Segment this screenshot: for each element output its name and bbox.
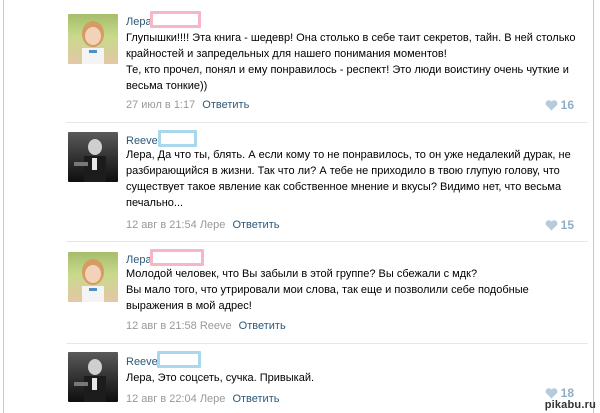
- redacted-surname: [150, 249, 204, 266]
- comment-paragraph: Лера, Это соцсеть, сучка. Привыкай.: [126, 372, 315, 384]
- comment-paragraph: Вы мало того, что утрировали мои слова, …: [126, 284, 529, 312]
- reply-target[interactable]: Reeve: [200, 320, 232, 332]
- comment-paragraph: Глупышки!!!! Эта книга - шедевр! Она сто…: [126, 32, 576, 60]
- comment-meta: 12 авг в 21:54 Лере Ответить: [126, 219, 279, 231]
- site-watermark: pikabu.ru: [544, 399, 596, 411]
- redacted-surname: [150, 11, 201, 28]
- author-name[interactable]: Reeve: [126, 356, 158, 368]
- comment-date[interactable]: 27 июл в 1:17: [126, 99, 195, 111]
- comment-paragraph: Молодой человек, что Вы забыли в этой гр…: [126, 268, 478, 280]
- author-name[interactable]: Лера: [126, 254, 152, 266]
- like-button[interactable]: 16: [545, 98, 574, 112]
- comment-text: Лера, Да что ты, блять. А если кому то н…: [126, 147, 578, 211]
- comment-text: Глупышки!!!! Эта книга - шедевр! Она сто…: [126, 30, 586, 94]
- like-button[interactable]: 18: [545, 386, 574, 400]
- page-border-right: [593, 0, 594, 413]
- comment-date[interactable]: 12 авг в 21:58: [126, 320, 197, 332]
- comment-paragraph: Лера, Да что ты, блять. А если кому то н…: [126, 149, 571, 209]
- reply-button[interactable]: Ответить: [202, 99, 249, 111]
- avatar-reeve[interactable]: [68, 132, 118, 182]
- reply-button[interactable]: Ответить: [232, 393, 279, 405]
- comment-divider: [66, 241, 588, 242]
- heart-icon: [545, 219, 558, 230]
- avatar-lera[interactable]: [68, 14, 118, 64]
- reply-target[interactable]: Лере: [200, 219, 226, 231]
- like-button[interactable]: 15: [545, 218, 574, 232]
- author-name[interactable]: Лера: [126, 16, 152, 28]
- redacted-surname: [158, 130, 197, 147]
- reply-button[interactable]: Ответить: [239, 320, 286, 332]
- comment-date[interactable]: 12 авг в 21:54: [126, 219, 197, 231]
- comment-divider: [66, 122, 588, 123]
- comment-paragraph: Те, кто прочел, понял и ему понравилось …: [126, 64, 569, 92]
- comment-meta: 12 авг в 21:58 Reeve Ответить: [126, 320, 286, 332]
- reply-button[interactable]: Ответить: [232, 219, 279, 231]
- page-border-left: [3, 0, 4, 413]
- reply-target[interactable]: Лере: [200, 393, 226, 405]
- avatar-lera[interactable]: [68, 252, 118, 302]
- comment-text: Лера, Это соцсеть, сучка. Привыкай.: [126, 370, 578, 386]
- heart-icon: [545, 99, 558, 110]
- comment-meta: 12 авг в 22:04 Лере Ответить: [126, 393, 279, 405]
- comment-text: Молодой человек, что Вы забыли в этой гр…: [126, 266, 578, 314]
- avatar-reeve[interactable]: [68, 352, 118, 402]
- comment-divider: [66, 343, 588, 344]
- like-count: 18: [560, 386, 574, 400]
- author-name[interactable]: Reeve: [126, 135, 158, 147]
- like-count: 15: [560, 218, 574, 232]
- comment-meta: 27 июл в 1:17 Ответить: [126, 99, 249, 111]
- comment-date[interactable]: 12 авг в 22:04: [126, 393, 197, 405]
- redacted-surname: [157, 351, 201, 368]
- heart-icon: [545, 387, 558, 398]
- like-count: 16: [560, 98, 574, 112]
